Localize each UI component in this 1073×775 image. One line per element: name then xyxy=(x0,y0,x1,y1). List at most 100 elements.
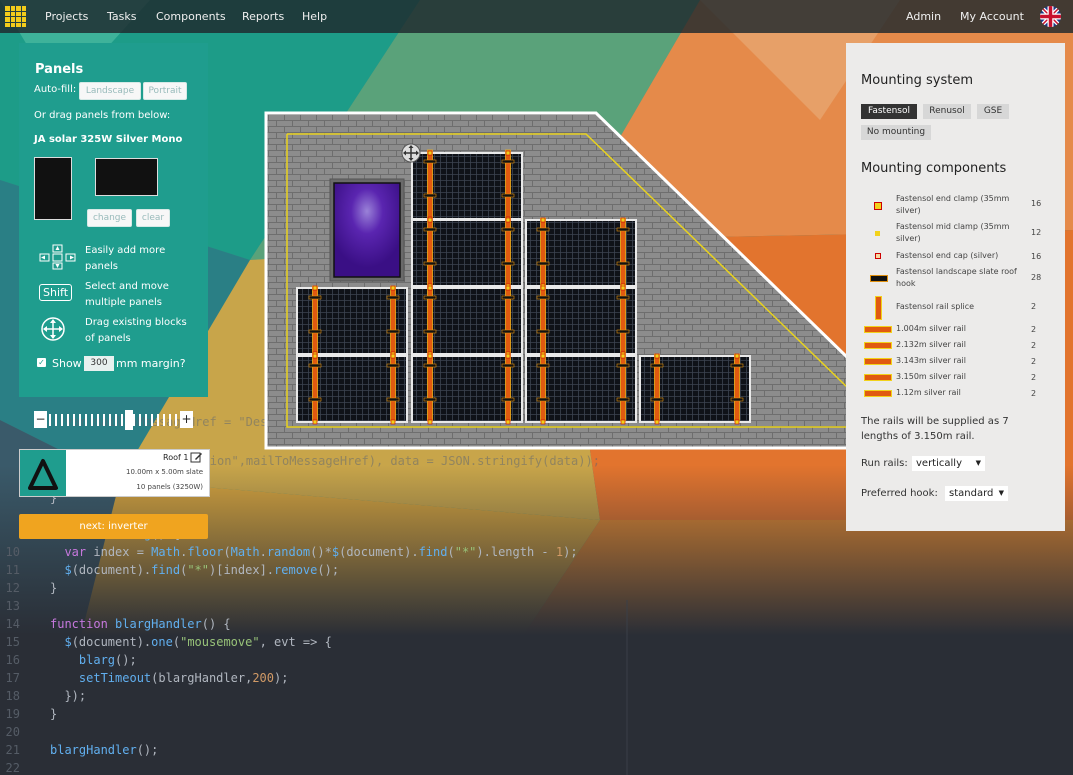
run-rails-select[interactable]: vertically ▼ xyxy=(912,456,985,471)
panel-clamp xyxy=(505,353,511,359)
preferred-hook-label: Preferred hook: xyxy=(861,488,938,499)
mounting-none-button[interactable]: No mounting xyxy=(861,125,931,140)
roof-hook xyxy=(616,295,630,300)
component-qty: 2 xyxy=(1031,389,1037,398)
line-number: 18 xyxy=(5,689,20,703)
code-line: blarg(); xyxy=(78,653,137,667)
roof-hook xyxy=(423,261,437,266)
panel-clamp xyxy=(654,419,660,425)
autofill-portrait-button[interactable]: Portrait xyxy=(143,82,187,100)
roof-hook xyxy=(423,159,437,164)
nav-tasks[interactable]: Tasks xyxy=(107,0,136,33)
roof-hook xyxy=(616,261,630,266)
run-rails-label: Run rails: xyxy=(861,458,908,469)
roof-canvas[interactable] xyxy=(260,108,850,453)
rail-supply-note: The rails will be supplied as 7 lengths … xyxy=(861,416,1009,442)
nav-components[interactable]: Components xyxy=(156,0,226,33)
roof-hook xyxy=(616,397,630,402)
rail-swatch xyxy=(864,342,892,349)
panel-clamp xyxy=(390,419,396,425)
component-name: Fastensol end cap (silver) xyxy=(896,251,999,260)
clear-panel-button[interactable]: clear xyxy=(136,209,170,227)
code-line: } xyxy=(50,707,58,721)
code-line: setTimeout(blargHandler,200); xyxy=(78,671,289,685)
component-qty: 16 xyxy=(1031,252,1042,261)
mid-clamp-swatch xyxy=(875,231,880,236)
chevron-down-icon: ▼ xyxy=(998,489,1004,497)
roof-hook xyxy=(308,329,322,334)
app-logo[interactable] xyxy=(5,6,26,27)
roof-hook xyxy=(423,295,437,300)
uk-flag-icon[interactable] xyxy=(1040,6,1061,27)
mounting-system-title: Mounting system xyxy=(861,73,973,88)
zoom-track[interactable] xyxy=(49,414,177,426)
preferred-hook-select[interactable]: standard ▼ xyxy=(945,486,1008,501)
mounting-fastensol-button[interactable]: Fastensol xyxy=(861,104,917,119)
panel-clamp xyxy=(620,353,626,359)
line-number: 14 xyxy=(5,617,20,631)
roof-hook xyxy=(616,363,630,368)
roof-hook xyxy=(501,397,515,402)
panel-clamp xyxy=(540,217,546,223)
edit-roof-icon[interactable] xyxy=(190,451,203,464)
panel-clamp xyxy=(654,353,660,359)
move-handle-icon[interactable] xyxy=(401,143,421,163)
landscape-panel-thumbnail[interactable] xyxy=(95,158,158,196)
nav-my-account[interactable]: My Account xyxy=(960,0,1024,33)
panel-clamp xyxy=(427,419,433,425)
end-clamp-swatch xyxy=(874,202,882,210)
code-ghost-line: application",mailToMessageHref), data = … xyxy=(152,454,600,468)
tip-add-panels: Easily add more panels xyxy=(85,245,166,272)
roof-hook xyxy=(308,397,322,402)
roof-hook xyxy=(501,227,515,232)
roof-hook xyxy=(536,363,550,368)
panel-clamp xyxy=(734,353,740,359)
component-name: Fastensol end clamp (35mm silver) xyxy=(896,194,1010,215)
line-number: 20 xyxy=(5,725,20,739)
next-inverter-button[interactable]: next: inverter xyxy=(19,514,208,539)
nav-help[interactable]: Help xyxy=(302,0,327,33)
nav-reports[interactable]: Reports xyxy=(242,0,284,33)
code-line: var index = Math.floor(Math.random()*$(d… xyxy=(64,545,578,559)
panel-clamp xyxy=(505,150,511,156)
panel-clamp xyxy=(620,419,626,425)
skylight-obstacle[interactable] xyxy=(329,178,405,282)
component-qty: 2 xyxy=(1031,325,1037,334)
mounting-rail xyxy=(540,217,546,422)
roof-hook xyxy=(650,363,664,368)
zoom-out-button[interactable]: − xyxy=(34,411,47,428)
line-number: 16 xyxy=(5,653,20,667)
zoom-slider[interactable]: − + xyxy=(34,410,194,430)
mounting-gse-button[interactable]: GSE xyxy=(977,104,1009,119)
zoom-handle[interactable] xyxy=(124,410,133,430)
roof-icon-tile xyxy=(20,450,66,496)
autofill-landscape-button[interactable]: Landscape xyxy=(79,82,141,100)
component-name: Fastensol mid clamp (35mm silver) xyxy=(896,222,1010,243)
change-panel-button[interactable]: change xyxy=(87,209,132,227)
zoom-in-button[interactable]: + xyxy=(180,411,193,428)
roof-hook xyxy=(501,363,515,368)
panel-clamp xyxy=(734,419,740,425)
roof-hook xyxy=(308,363,322,368)
roof-hook xyxy=(730,397,744,402)
panel-clamp xyxy=(427,217,433,223)
roof-size: 10.00m x 5.00m slate xyxy=(125,468,203,476)
chevron-down-icon: ▼ xyxy=(975,459,981,467)
nav-projects[interactable]: Projects xyxy=(45,0,88,33)
roof-hook xyxy=(423,193,437,198)
component-qty: 2 xyxy=(1031,357,1037,366)
nav-admin[interactable]: Admin xyxy=(906,0,941,33)
show-margin-checkbox[interactable]: ✓ xyxy=(37,358,46,367)
component-qty: 28 xyxy=(1031,273,1042,282)
portrait-panel-thumbnail[interactable] xyxy=(34,157,72,220)
component-qty: 2 xyxy=(1031,373,1037,382)
code-line: blargHandler(); xyxy=(50,743,159,757)
mounting-renusol-button[interactable]: Renusol xyxy=(923,104,971,119)
rail-swatch xyxy=(864,390,892,397)
panel-clamp xyxy=(312,285,318,291)
roof-card[interactable]: Roof 1 10.00m x 5.00m slate 10 panels (3… xyxy=(19,449,210,497)
line-number: 13 xyxy=(5,599,20,613)
roof-hook xyxy=(616,329,630,334)
margin-input[interactable]: 300 xyxy=(84,356,114,371)
component-name: Fastensol rail splice xyxy=(896,302,975,311)
